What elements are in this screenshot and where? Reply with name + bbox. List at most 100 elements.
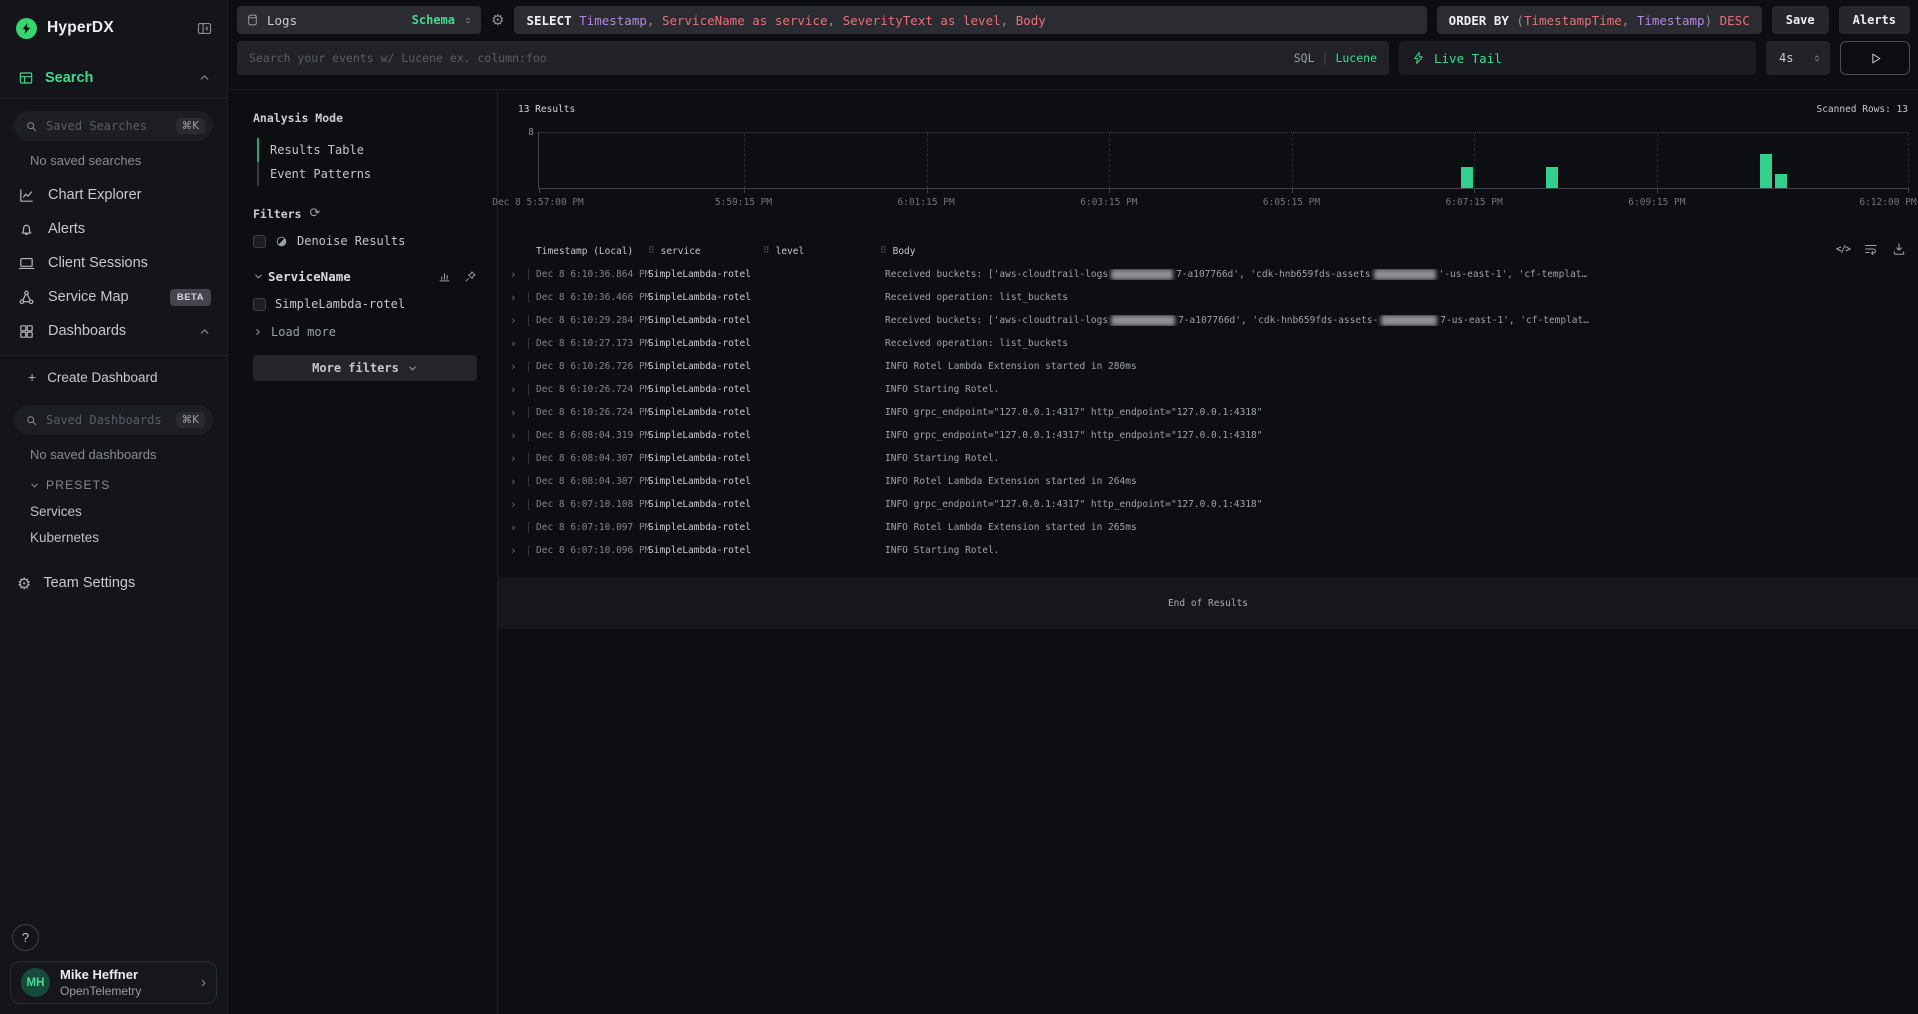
saved-searches-input[interactable]: Saved Searches ⌘K — [14, 111, 213, 141]
row-expand-icon[interactable]: › — [510, 383, 517, 396]
table-row[interactable]: › Dec 8 6:07:10.097 PM SimpleLambda-rote… — [498, 516, 1918, 539]
redacted-text — [1111, 315, 1175, 326]
source-select[interactable]: Logs Schema — [237, 6, 481, 34]
query-settings-gear-icon[interactable]: ⚙ — [491, 11, 504, 29]
filters-label: Filters — [253, 207, 301, 221]
results-area: 13 Results Scanned Rows: 13 8 Dec 8 5:57… — [498, 90, 1918, 1014]
sidebar-item-search[interactable]: Search — [0, 64, 227, 91]
denoise-label: Denoise Results — [297, 234, 405, 248]
search-icon — [25, 414, 38, 427]
create-dashboard-button[interactable]: + Create Dashboard — [0, 361, 227, 393]
cell-service: SimpleLambda-rotel — [648, 361, 763, 372]
table-row[interactable]: › Dec 8 6:10:26.726 PM SimpleLambda-rote… — [498, 355, 1918, 378]
topbar: Logs Schema ⚙ SELECT Timestamp, ServiceN… — [228, 0, 1918, 90]
run-query-button[interactable] — [1840, 41, 1910, 75]
filter-checkbox[interactable] — [253, 298, 266, 311]
table-row[interactable]: › Dec 8 6:08:04.307 PM SimpleLambda-rote… — [498, 470, 1918, 493]
download-icon[interactable] — [1892, 242, 1906, 256]
save-button[interactable]: Save — [1772, 6, 1829, 34]
cell-timestamp: Dec 8 6:08:04.307 PM — [536, 476, 648, 487]
alerts-button[interactable]: Alerts — [1839, 6, 1910, 34]
denoise-checkbox[interactable] — [253, 235, 266, 248]
cell-expander: › — [510, 424, 536, 447]
filter-group-servicename[interactable]: ServiceName — [253, 269, 477, 284]
row-expand-icon[interactable]: › — [510, 268, 517, 281]
cell-body: Received buckets: ['aws-cloudtrail-logs7… — [880, 315, 1908, 326]
row-expand-icon[interactable]: › — [510, 521, 517, 534]
drag-handle-icon[interactable]: ⠿ — [763, 246, 770, 256]
row-expand-icon[interactable]: › — [510, 544, 517, 557]
column-header-timestamp-local-[interactable]: Timestamp (Local) — [536, 246, 648, 257]
table-row[interactable]: › Dec 8 6:10:26.724 PM SimpleLambda-rote… — [498, 378, 1918, 401]
source-label: Logs — [267, 13, 297, 28]
row-expand-icon[interactable]: › — [510, 406, 517, 419]
row-expand-icon[interactable]: › — [510, 452, 517, 465]
row-expand-icon[interactable]: › — [510, 429, 517, 442]
chart-line-icon — [18, 187, 35, 204]
row-expand-icon[interactable]: › — [510, 337, 517, 350]
cell-service: SimpleLambda-rotel — [648, 407, 763, 418]
table-row[interactable]: › Dec 8 6:10:26.724 PM SimpleLambda-rote… — [498, 401, 1918, 424]
presets-section-toggle[interactable]: PRESETS — [0, 478, 227, 492]
pin-icon[interactable] — [464, 270, 477, 283]
table-row[interactable]: › Dec 8 6:10:36.466 PM SimpleLambda-rote… — [498, 286, 1918, 309]
mode-lucene[interactable]: Lucene — [1335, 51, 1377, 65]
query-language-toggle: SQL | Lucene — [1294, 51, 1377, 65]
column-header-level[interactable]: ⠿level — [763, 246, 880, 257]
drag-handle-icon[interactable]: ⠿ — [880, 246, 887, 256]
user-menu[interactable]: MH Mike Heffner OpenTelemetry › — [10, 961, 217, 1004]
row-expand-icon[interactable]: › — [510, 314, 517, 327]
filter-value-simplelambda-rotel[interactable]: SimpleLambda-rotel — [253, 292, 477, 316]
preset-item-kubernetes[interactable]: Kubernetes — [0, 524, 227, 550]
cell-expander: › — [510, 378, 536, 401]
chevron-up-icon[interactable] — [198, 71, 211, 84]
table-row[interactable]: › Dec 8 6:07:10.096 PM SimpleLambda-rote… — [498, 539, 1918, 562]
sidebar-item-chart-explorer[interactable]: Chart Explorer — [0, 178, 227, 212]
column-header-service[interactable]: ⠿service — [648, 246, 763, 257]
schema-button[interactable]: Schema — [412, 13, 455, 27]
event-search-input[interactable]: Search your events w/ Lucene ex. column:… — [237, 41, 1389, 75]
live-tail-button[interactable]: Live Tail — [1399, 41, 1756, 75]
drag-handle-icon[interactable]: ⠿ — [648, 246, 655, 256]
help-button[interactable]: ? — [12, 924, 39, 951]
column-header-body[interactable]: ⠿Body — [880, 246, 1908, 257]
sidebar-item-team-settings[interactable]: ⚙ Team Settings — [0, 566, 227, 600]
mode-sql[interactable]: SQL — [1294, 51, 1315, 65]
table-row[interactable]: › Dec 8 6:08:04.319 PM SimpleLambda-rote… — [498, 424, 1918, 447]
order-by-input[interactable]: ORDER BY (TimestampTime, Timestamp) DESC — [1437, 6, 1762, 34]
table-row[interactable]: › Dec 8 6:10:29.284 PM SimpleLambda-rote… — [498, 309, 1918, 332]
table-row[interactable]: › Dec 8 6:07:10.108 PM SimpleLambda-rote… — [498, 493, 1918, 516]
select-query-input[interactable]: SELECT Timestamp, ServiceName as service… — [514, 6, 1426, 34]
analysis-mode-option-results-table[interactable]: Results Table — [257, 138, 477, 162]
more-filters-button[interactable]: More filters — [253, 355, 477, 381]
load-more-button[interactable]: Load more — [253, 325, 477, 339]
table-row[interactable]: › Dec 8 6:10:27.173 PM SimpleLambda-rote… — [498, 332, 1918, 355]
cell-body: Received buckets: ['aws-cloudtrail-logs7… — [880, 269, 1908, 280]
sidebar-item-alerts[interactable]: Alerts — [0, 212, 227, 246]
sidebar-item-service-map[interactable]: Service Map BETA — [0, 280, 227, 314]
x-axis-tick-label: Dec 8 5:57:00 PM — [492, 197, 584, 208]
row-expand-icon[interactable]: › — [510, 498, 517, 511]
denoise-results-toggle[interactable]: Denoise Results — [253, 229, 477, 253]
scanned-rows: Scanned Rows: 13 — [1816, 104, 1908, 115]
code-view-icon[interactable]: </> — [1836, 244, 1850, 255]
wrap-text-icon[interactable] — [1864, 242, 1878, 256]
table-row[interactable]: › Dec 8 6:08:04.307 PM SimpleLambda-rote… — [498, 447, 1918, 470]
row-expand-icon[interactable]: › — [510, 360, 517, 373]
table-row[interactable]: › Dec 8 6:10:36.864 PM SimpleLambda-rote… — [498, 263, 1918, 286]
sidebar-item-dashboards[interactable]: Dashboards — [0, 314, 227, 348]
cell-service: SimpleLambda-rotel — [648, 476, 763, 487]
sidebar-collapse-icon[interactable] — [196, 20, 213, 37]
preset-item-services[interactable]: Services — [0, 498, 227, 524]
row-expand-icon[interactable]: › — [510, 475, 517, 488]
row-expand-icon[interactable]: › — [510, 291, 517, 304]
refresh-interval-stepper[interactable]: 4s — [1766, 41, 1830, 75]
saved-dashboards-input[interactable]: Saved Dashboards ⌘K — [14, 405, 213, 435]
analysis-mode-option-event-patterns[interactable]: Event Patterns — [257, 162, 477, 186]
cell-service: SimpleLambda-rotel — [648, 430, 763, 441]
cell-separator — [528, 430, 529, 441]
sidebar-item-client-sessions[interactable]: Client Sessions — [0, 246, 227, 280]
bar-chart-icon[interactable] — [438, 270, 451, 283]
histogram-bar — [1775, 174, 1787, 188]
refresh-icon[interactable]: ⟳ — [309, 206, 320, 221]
